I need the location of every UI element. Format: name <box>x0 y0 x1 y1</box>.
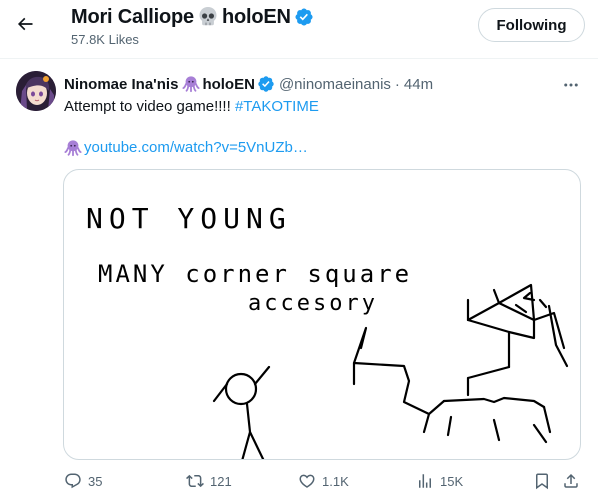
hashtag-link[interactable]: #TAKOTIME <box>235 98 319 115</box>
header-divider <box>0 58 598 59</box>
sketch-drawing: NOT YOUNG MANY corner square accesory <box>86 202 569 459</box>
bookmark-button[interactable] <box>533 472 557 490</box>
arrow-left-icon <box>17 17 33 31</box>
views-button[interactable]: 15K <box>416 472 463 490</box>
drawing-text-line3: accesory <box>248 291 378 316</box>
octopus-emoji-icon <box>64 139 82 157</box>
reply-icon <box>65 473 81 489</box>
repost-icon <box>186 474 204 488</box>
octopus-emoji-icon <box>182 75 200 93</box>
profile-name: Mori Calliope <box>71 5 194 28</box>
link-url[interactable]: youtube.com/watch?v=5VnUZb… <box>84 138 308 158</box>
author-name-suffix[interactable]: holoEN <box>202 76 255 93</box>
tweet-text: Attempt to video game!!!! #TAKOTIME <box>64 97 319 117</box>
share-button[interactable] <box>562 472 586 490</box>
tweet-body: Attempt to video game!!!! <box>64 98 231 115</box>
avatar[interactable] <box>16 71 56 111</box>
author-handle[interactable]: @ninomaeinanis <box>279 76 391 93</box>
repost-button[interactable]: 121 <box>186 472 232 490</box>
tweet-link[interactable]: youtube.com/watch?v=5VnUZb… <box>64 138 308 158</box>
more-options-button[interactable] <box>556 72 586 98</box>
drawing-text-line1: NOT YOUNG <box>86 202 292 235</box>
separator-dot: · <box>394 75 400 93</box>
reply-count: 35 <box>88 473 103 489</box>
back-button[interactable] <box>8 7 42 41</box>
bookmark-icon <box>536 473 548 490</box>
like-count: 1.1K <box>322 473 349 489</box>
following-button[interactable]: Following <box>478 8 585 42</box>
media-image[interactable]: NOT YOUNG MANY corner square accesory <box>63 169 581 460</box>
drawing-text-line2: MANY corner square <box>98 260 412 288</box>
more-dots-icon <box>564 83 578 87</box>
heart-icon <box>299 474 315 488</box>
tweet-actions: 35 121 1.1K 15K <box>0 470 598 498</box>
skull-emoji-icon <box>196 5 220 29</box>
verified-badge-icon <box>294 7 314 27</box>
profile-header: Mori Calliope holoEN 57.8K Likes Followi… <box>0 0 598 58</box>
views-chart-icon <box>419 474 431 488</box>
reply-button[interactable]: 35 <box>64 472 102 490</box>
views-count: 15K <box>440 473 464 489</box>
share-icon <box>564 473 578 488</box>
author-name[interactable]: Ninomae Ina'nis <box>64 76 178 93</box>
tweet-timestamp[interactable]: 44m <box>404 76 433 93</box>
profile-name-suffix: holoEN <box>221 5 291 28</box>
likes-count: 57.8K Likes <box>71 32 139 47</box>
like-button[interactable]: 1.1K <box>298 472 349 490</box>
repost-count: 121 <box>210 473 232 489</box>
verified-badge-icon <box>257 75 275 93</box>
